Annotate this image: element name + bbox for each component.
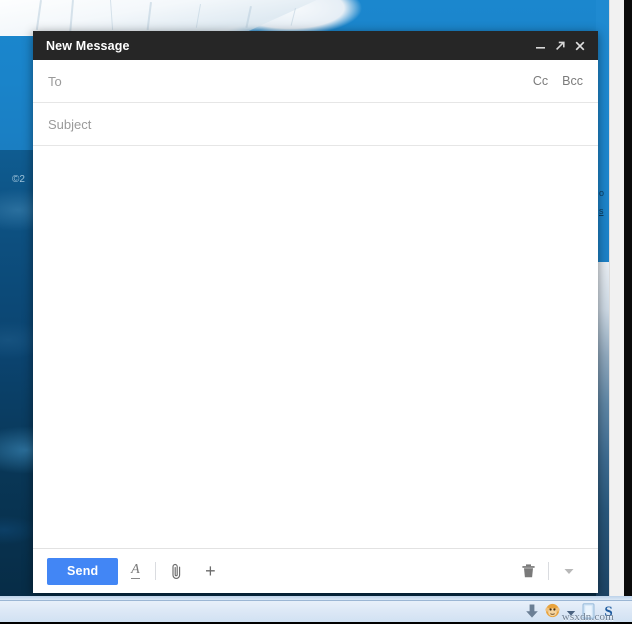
chevron-down-glyph [566, 611, 576, 616]
formatting-options-icon: A [131, 562, 140, 579]
compose-toolbar: Send A + [33, 548, 598, 593]
to-field-row[interactable]: To Cc Bcc [33, 60, 598, 103]
download-arrow-glyph [526, 604, 538, 618]
insert-more-button[interactable]: + [193, 556, 227, 586]
popout-arrow-icon [556, 41, 565, 50]
minimize-icon [535, 47, 545, 49]
skype-glyph: S [604, 604, 612, 620]
skype-icon[interactable]: S [601, 603, 616, 624]
trash-icon [521, 564, 535, 578]
subject-field-row[interactable]: Subject [33, 103, 598, 146]
to-field-placeholder: To [48, 73, 62, 89]
taskbar: S wsxdn.com [0, 600, 632, 624]
paperclip-icon [172, 563, 181, 579]
compose-titlebar: New Message [33, 31, 598, 60]
monkey-face-icon[interactable] [545, 603, 560, 623]
formatting-options-button[interactable]: A [118, 556, 152, 586]
attach-file-button[interactable] [159, 556, 193, 586]
wallpaper-right-band-photo [596, 262, 610, 600]
document-glyph [582, 602, 595, 619]
right-band-text-2: s [599, 206, 604, 216]
subject-field-placeholder: Subject [48, 116, 92, 132]
browser-scrollbar[interactable] [609, 0, 624, 600]
chevron-down-icon[interactable] [566, 604, 576, 622]
system-tray: S [525, 601, 616, 624]
plus-icon: + [205, 561, 216, 581]
minimize-button[interactable] [530, 35, 550, 57]
svg-text:S: S [604, 604, 612, 619]
send-button[interactable]: Send [47, 557, 119, 585]
right-band-text-1: o [599, 188, 605, 198]
toolbar-divider [155, 562, 157, 580]
bcc-link[interactable]: Bcc [559, 72, 586, 90]
toolbar-divider [548, 562, 549, 580]
screen: ©2 o s New Message To Cc Bcc Subject Sen… [0, 0, 632, 624]
download-arrow-icon[interactable] [525, 603, 539, 624]
discard-draft-button[interactable] [511, 556, 545, 586]
compose-window-title: New Message [46, 38, 130, 53]
popout-button[interactable] [550, 35, 570, 57]
cc-link[interactable]: Cc [530, 72, 551, 90]
chevron-down-icon [564, 569, 574, 574]
document-icon[interactable] [582, 602, 595, 624]
close-icon [575, 41, 585, 50]
browser-right-edge [624, 0, 632, 600]
more-options-button[interactable] [552, 556, 586, 586]
compose-window: New Message To Cc Bcc Subject Send A + [33, 31, 598, 593]
wallpaper-copyright: ©2 [12, 174, 25, 185]
message-body-input[interactable] [33, 146, 598, 548]
close-button[interactable] [570, 35, 590, 57]
monkey-face-glyph [545, 603, 560, 618]
